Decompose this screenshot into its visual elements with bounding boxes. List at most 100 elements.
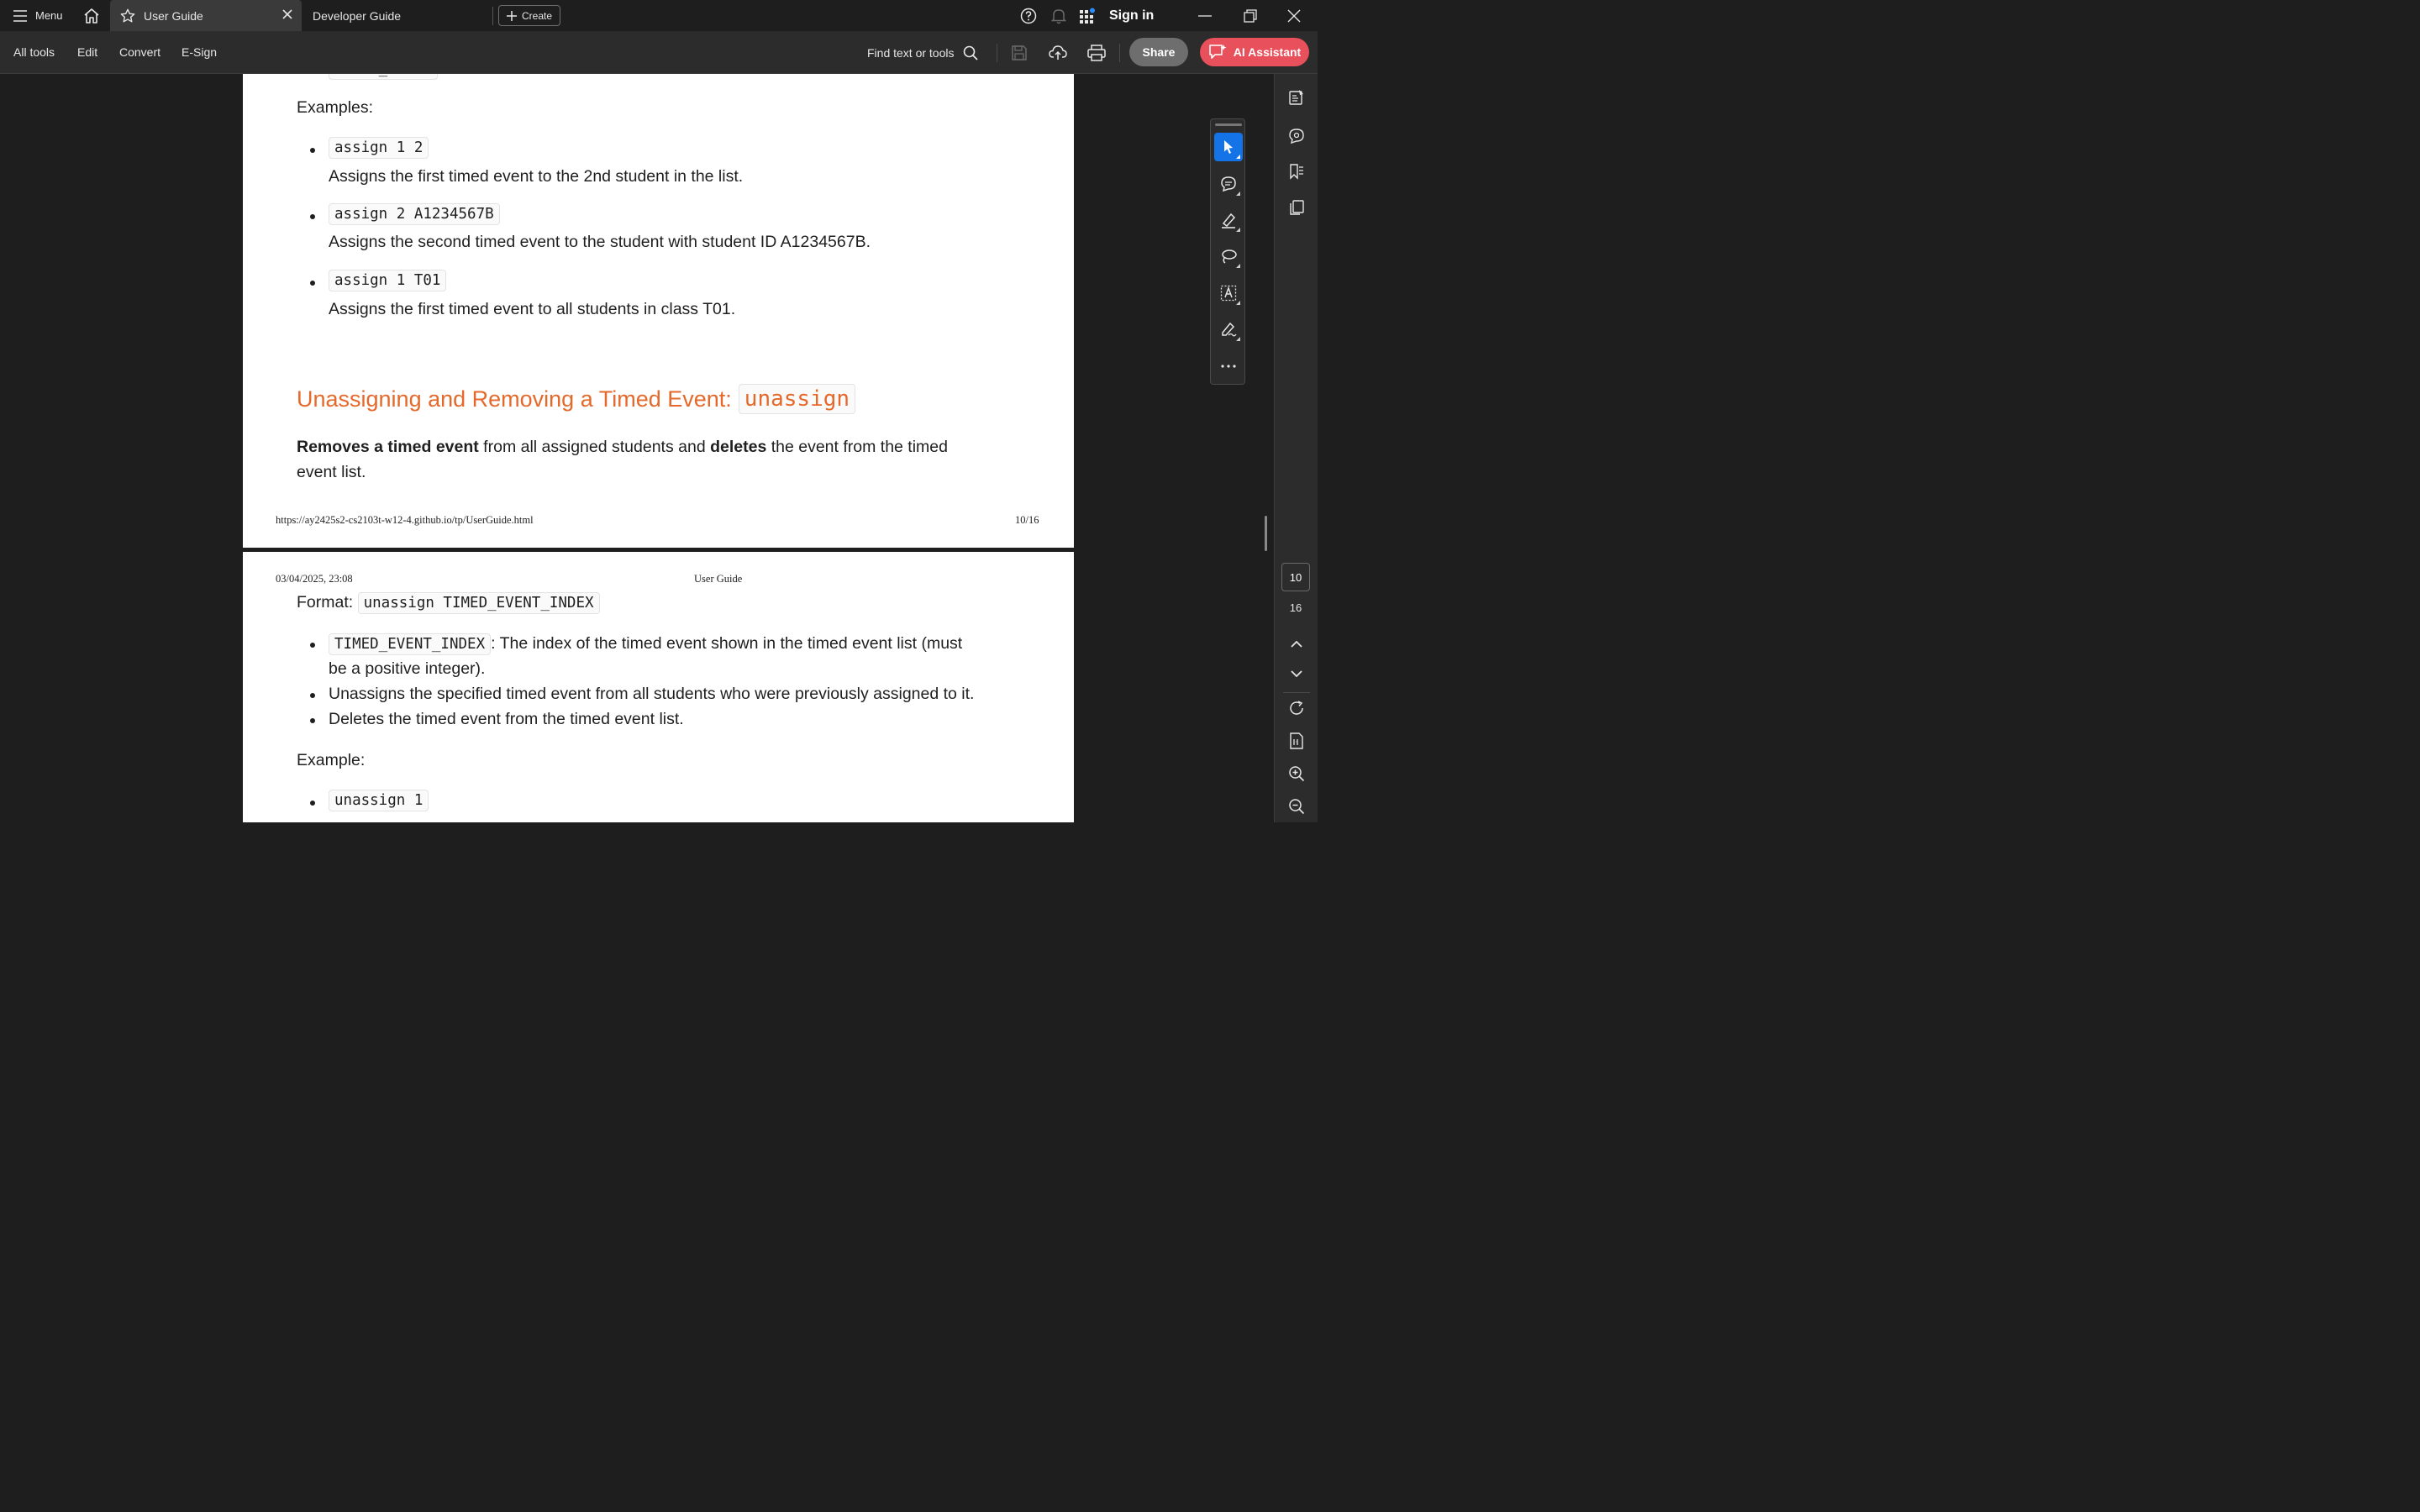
chevron-up-icon xyxy=(1291,640,1302,648)
example-label: Example: xyxy=(297,751,366,769)
highlight-tool-button[interactable] xyxy=(1214,206,1243,234)
tab-bar: Menu User Guide Developer Guide Create S… xyxy=(0,0,1318,31)
heading-code: unassign xyxy=(738,384,856,414)
document-panel-button[interactable] xyxy=(1286,87,1307,108)
hamburger-icon xyxy=(13,9,27,22)
example-code: unassign 1 xyxy=(329,790,429,811)
zoom-out-button[interactable] xyxy=(1286,795,1307,817)
create-button[interactable]: Create xyxy=(498,5,560,26)
printer-icon xyxy=(1087,45,1106,61)
home-button[interactable] xyxy=(77,0,106,31)
current-page-input[interactable]: 10 xyxy=(1281,563,1310,591)
document-viewport[interactable]: TIMED_EVENT Examples: assign 1 2 Assigns… xyxy=(0,74,1274,822)
tab-divider xyxy=(492,7,493,25)
section-description-line2: event list. xyxy=(297,463,366,481)
lasso-icon xyxy=(1220,248,1237,265)
close-icon xyxy=(1287,9,1301,23)
section-heading-unassign: Unassigning and Removing a Timed Event: … xyxy=(297,384,856,414)
format-line: Format: unassign TIMED_EVENT_INDEX xyxy=(297,592,600,614)
upload-cloud-button[interactable] xyxy=(1047,42,1069,64)
document-edit-icon xyxy=(1288,89,1305,106)
param-description-line2: be a positive integer). xyxy=(329,659,486,678)
pages-panel-button[interactable] xyxy=(1286,197,1307,218)
help-button[interactable] xyxy=(1018,0,1039,31)
tab-developer-guide[interactable]: Developer Guide xyxy=(302,0,492,31)
minimize-button[interactable] xyxy=(1193,0,1217,31)
find-label: Find text or tools xyxy=(867,45,955,60)
save-button[interactable] xyxy=(1008,42,1030,64)
bullet xyxy=(310,281,315,286)
create-label: Create xyxy=(521,9,553,22)
tab-label: User Guide xyxy=(144,8,203,23)
bookmarks-panel-button[interactable] xyxy=(1286,160,1307,182)
tab-user-guide[interactable]: User Guide xyxy=(110,0,302,31)
right-rail: 10 16 xyxy=(1274,74,1318,822)
next-page-button[interactable] xyxy=(1286,663,1307,685)
bookmark-icon xyxy=(1288,163,1305,180)
menu-button[interactable]: Menu xyxy=(7,0,70,31)
draw-tool-button[interactable] xyxy=(1214,242,1243,270)
rotate-button[interactable] xyxy=(1286,697,1307,719)
previous-page-button[interactable] xyxy=(1286,633,1307,654)
apps-grid-icon xyxy=(1079,8,1096,24)
save-icon xyxy=(1011,45,1028,61)
section-description: Removes a timed event from all assigned … xyxy=(297,438,948,456)
chevron-down-icon xyxy=(1291,669,1302,678)
window-close-button[interactable] xyxy=(1282,0,1306,31)
examples-label: Examples: xyxy=(297,98,374,117)
comment-icon xyxy=(1220,176,1237,192)
quick-tools-bar xyxy=(1210,118,1245,385)
comment-tool-button[interactable] xyxy=(1214,170,1243,198)
example-code-2: assign 2 A1234567B xyxy=(329,203,500,225)
notifications-button[interactable] xyxy=(1049,0,1069,31)
more-horizontal-icon xyxy=(1221,365,1236,368)
menu-e-sign[interactable]: E-Sign xyxy=(182,31,217,74)
total-pages: 16 xyxy=(1289,601,1302,614)
pdf-page-11: 03/04/2025, 23:08 User Guide Format: una… xyxy=(243,552,1074,822)
ai-assistant-label: AI Assistant xyxy=(1233,45,1302,59)
bullet xyxy=(310,718,315,723)
cursor-arrow-icon xyxy=(1222,139,1235,155)
share-button[interactable]: Share xyxy=(1129,38,1188,66)
more-tools-button[interactable] xyxy=(1214,352,1243,381)
drag-handle[interactable] xyxy=(1215,123,1242,126)
sign-in-button[interactable]: Sign in xyxy=(1109,0,1154,31)
param-description: TIMED_EVENT_INDEX: The index of the time… xyxy=(329,633,962,655)
example-code-3: assign 1 T01 xyxy=(329,270,447,291)
print-button[interactable] xyxy=(1086,42,1107,64)
restore-button[interactable] xyxy=(1239,0,1262,31)
find-text-or-tools[interactable]: Find text or tools xyxy=(867,31,978,74)
rotate-icon xyxy=(1288,700,1305,717)
help-icon xyxy=(1020,8,1037,24)
example-desc-2: Assigns the second timed event to the st… xyxy=(329,233,871,251)
vertical-scrollbar-thumb[interactable] xyxy=(1265,516,1267,551)
menu-convert[interactable]: Convert xyxy=(119,31,160,74)
zoom-in-icon xyxy=(1288,765,1305,782)
cropped-text-line: TIMED_EVENT xyxy=(329,74,438,80)
ai-assistant-button[interactable]: AI Assistant xyxy=(1200,38,1309,66)
bullet xyxy=(310,693,315,698)
bullet xyxy=(310,643,315,648)
heading-text: Unassigning and Removing a Timed Event: xyxy=(297,386,732,412)
home-icon xyxy=(83,8,100,24)
comment-at-icon xyxy=(1288,128,1305,144)
bullet-deletes: Deletes the timed event from the timed e… xyxy=(329,710,684,728)
star-icon[interactable] xyxy=(120,8,135,24)
bell-icon xyxy=(1051,8,1066,24)
text-box-tool-button[interactable] xyxy=(1214,279,1243,307)
zoom-in-button[interactable] xyxy=(1286,763,1307,785)
page-footer-url: https://ay2425s2-cs2103t-w12-4.github.io… xyxy=(276,514,534,526)
comments-panel-button[interactable] xyxy=(1286,125,1307,147)
sign-tool-button[interactable] xyxy=(1214,315,1243,344)
page-fit-button[interactable] xyxy=(1286,730,1307,752)
apps-button[interactable] xyxy=(1077,0,1097,31)
toolbar: All tools Edit Convert E-Sign Find text … xyxy=(0,31,1318,74)
ai-assistant-icon xyxy=(1208,44,1227,60)
close-tab-icon[interactable] xyxy=(281,8,293,20)
select-tool-button[interactable] xyxy=(1214,133,1243,161)
pdf-page-10: TIMED_EVENT Examples: assign 1 2 Assigns… xyxy=(243,74,1074,548)
menu-all-tools[interactable]: All tools xyxy=(13,31,55,74)
menu-edit[interactable]: Edit xyxy=(77,31,97,74)
bullet-unassigns: Unassigns the specified timed event from… xyxy=(329,685,975,703)
example-desc-1: Assigns the first timed event to the 2nd… xyxy=(329,167,744,186)
